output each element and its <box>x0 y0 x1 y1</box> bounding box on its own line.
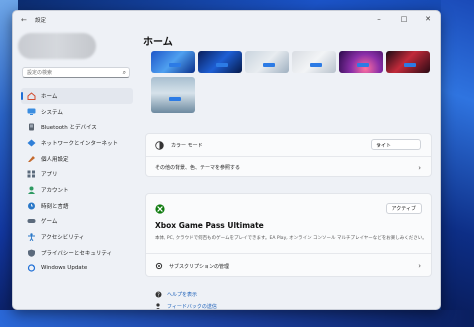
personalization-icon <box>26 155 36 163</box>
xbox-logo-icon <box>155 204 165 214</box>
more-themes-row[interactable]: その他の背景、色、テーマを参照する › <box>146 157 431 178</box>
title-bar: ← 設定 – □ ✕ <box>13 11 440 29</box>
sidebar-item-label: ネットワークとインターネット <box>41 140 119 147</box>
theme-thumbnail[interactable] <box>151 77 195 113</box>
search-icon[interactable]: ⌕ <box>123 69 126 77</box>
app-title: 設定 <box>35 18 47 24</box>
settings-window: ← 設定 – □ ✕ ⌕ ホーム システム <box>12 10 441 310</box>
sidebar-item-windows-update[interactable]: Windows Update <box>21 261 133 277</box>
color-mode-label: カラー モード <box>171 142 203 149</box>
sidebar-item-label: アクセシビリティ <box>41 235 85 242</box>
accessibility-icon <box>26 233 36 242</box>
sidebar-item-home[interactable]: ホーム <box>21 88 133 104</box>
main-content: ホーム カラー モード ライト ⌄ その他の背景、色、テーマを参照する › アク… <box>143 29 440 310</box>
sidebar-item-label: Windows Update <box>41 265 88 272</box>
xbox-description: 本体, PC, クラウドで何百ものゲームをプレイできます。EA Play, オン… <box>155 236 427 241</box>
network-icon <box>26 139 36 147</box>
sidebar-item-label: システム <box>41 109 63 116</box>
home-icon <box>26 92 36 100</box>
sidebar-item-bluetooth[interactable]: Bluetooth とデバイス <box>21 119 133 135</box>
chevron-right-icon: › <box>418 163 421 172</box>
accounts-icon <box>26 186 36 194</box>
sidebar-item-privacy[interactable]: プライバシーとセキュリティ <box>21 245 133 261</box>
sidebar-item-gaming[interactable]: ゲーム <box>21 214 133 230</box>
sidebar-item-personalization[interactable]: 個人用設定 <box>21 151 133 167</box>
feedback-icon <box>155 303 162 309</box>
theme-thumbnail[interactable] <box>339 51 383 73</box>
more-themes-label: その他の背景、色、テーマを参照する <box>155 165 241 171</box>
system-icon <box>26 108 36 116</box>
status-badge: アクティブ <box>385 203 422 214</box>
sidebar-item-apps[interactable]: アプリ <box>21 166 133 182</box>
theme-thumbnail[interactable] <box>245 51 289 73</box>
close-button[interactable]: ✕ <box>419 14 437 25</box>
back-button[interactable]: ← <box>21 16 29 24</box>
desktop-wallpaper-bottom <box>0 310 474 327</box>
gear-icon <box>155 262 163 270</box>
sidebar-nav: ホーム システム Bluetooth とデバイス ネットワークとインターネット <box>21 88 133 276</box>
minimize-button[interactable]: – <box>370 14 388 25</box>
search-input[interactable] <box>27 69 117 77</box>
wallpaper-thumbnails <box>151 51 431 121</box>
sidebar-item-label: ホーム <box>41 93 58 100</box>
sidebar-item-label: プライバシーとセキュリティ <box>41 250 113 257</box>
sidebar-item-label: 時刻と言語 <box>41 203 69 210</box>
privacy-icon <box>26 249 36 257</box>
manage-subscription-row[interactable]: サブスクリプションの管理 › <box>146 254 431 278</box>
sidebar-item-label: Bluetooth とデバイス <box>41 125 97 132</box>
user-profile-blurred[interactable] <box>18 33 96 59</box>
theme-thumbnail[interactable] <box>386 51 430 73</box>
theme-thumbnail[interactable] <box>292 51 336 73</box>
sidebar-item-label: ゲーム <box>41 219 58 226</box>
desktop-wallpaper-right <box>441 0 474 327</box>
windows-update-icon <box>26 264 36 273</box>
xbox-card: アクティブ Xbox Game Pass Ultimate 本体, PC, クラ… <box>145 193 432 277</box>
page-title: ホーム <box>143 37 173 48</box>
chevron-right-icon: › <box>418 262 421 270</box>
feedback-link-label: フィードバックの送信 <box>167 304 217 310</box>
help-link[interactable]: ? ヘルプを表示 <box>155 291 197 298</box>
color-mode-icon <box>155 140 164 150</box>
sidebar-item-label: アプリ <box>41 172 58 179</box>
sidebar-item-accounts[interactable]: アカウント <box>21 182 133 198</box>
sidebar: ⌕ ホーム システム Bluetooth とデバイス <box>13 29 138 309</box>
bluetooth-icon <box>26 123 36 131</box>
color-mode-dropdown[interactable]: ライト ⌄ <box>371 139 421 150</box>
help-link-label: ヘルプを表示 <box>167 292 198 298</box>
gaming-icon <box>26 217 36 225</box>
apps-icon <box>26 170 36 178</box>
feedback-link[interactable]: フィードバックの送信 <box>155 303 217 310</box>
color-mode-row: カラー モード ライト ⌄ <box>146 134 431 156</box>
personalize-card: カラー モード ライト ⌄ その他の背景、色、テーマを参照する › <box>145 133 432 177</box>
theme-thumbnail[interactable] <box>198 51 242 73</box>
sidebar-item-time-language[interactable]: 時刻と言語 <box>21 198 133 214</box>
sidebar-item-label: 個人用設定 <box>41 156 69 163</box>
sidebar-item-label: アカウント <box>41 187 69 194</box>
chevron-down-icon: ⌄ <box>376 141 382 148</box>
xbox-title: Xbox Game Pass Ultimate <box>155 221 264 230</box>
search-box[interactable]: ⌕ <box>22 67 130 78</box>
theme-thumbnail[interactable] <box>151 51 195 73</box>
svg-text:?: ? <box>157 292 160 298</box>
sidebar-item-system[interactable]: システム <box>21 104 133 120</box>
sidebar-item-network[interactable]: ネットワークとインターネット <box>21 135 133 151</box>
sidebar-item-accessibility[interactable]: アクセシビリティ <box>21 229 133 245</box>
time-language-icon <box>26 202 36 210</box>
maximize-button[interactable]: □ <box>395 14 413 25</box>
manage-subscription-label: サブスクリプションの管理 <box>169 263 230 270</box>
help-icon: ? <box>155 291 162 298</box>
